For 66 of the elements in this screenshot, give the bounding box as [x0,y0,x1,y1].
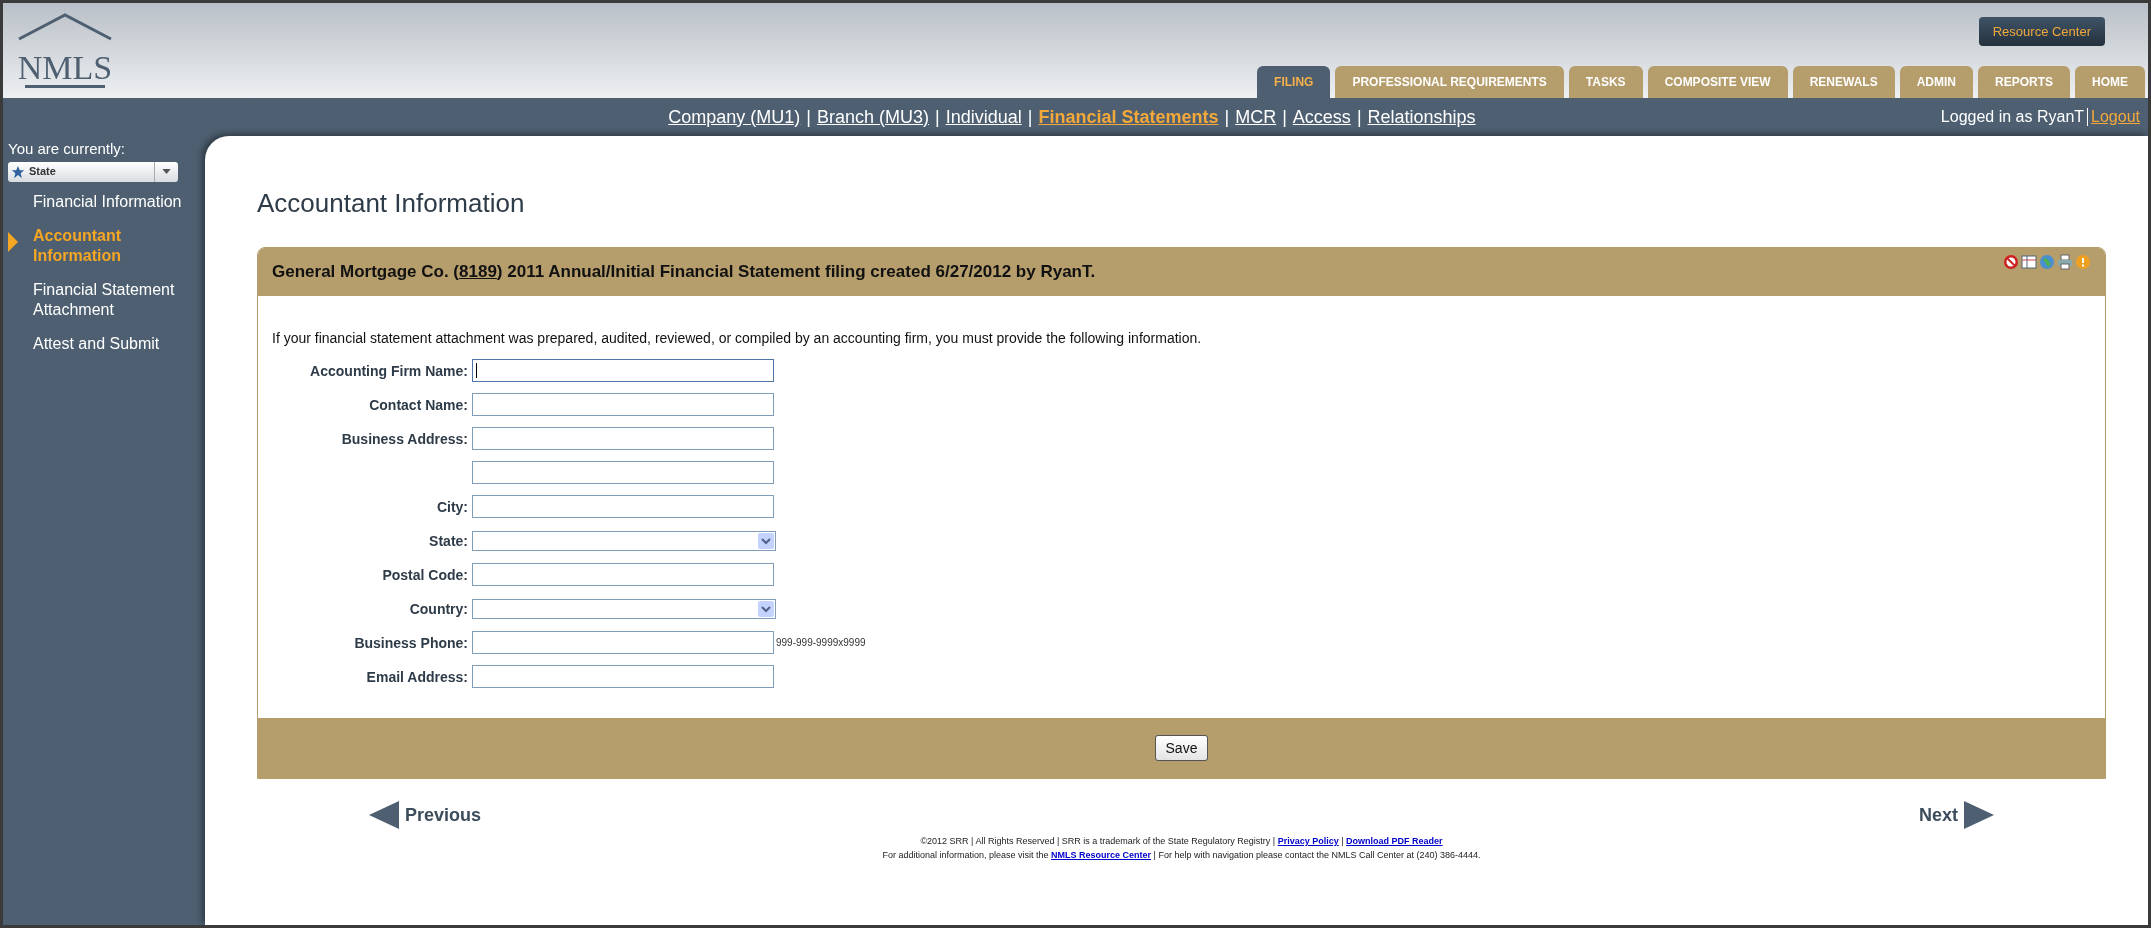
input-field[interactable] [472,427,774,450]
input-field[interactable] [472,495,774,518]
footer-text: For additional information, please visit the NMLS Resource Center | For help with navigation please contact the NMLS Call Center at (240) 386-4444. [882,848,1481,862]
logout-link[interactable]: Logout [2091,105,2140,129]
field-label: Email Address: [366,668,468,685]
grid-icon[interactable] [2021,254,2037,270]
separator: | [805,105,812,129]
separator: | [1026,105,1034,129]
subnav-link[interactable]: Financial Statements [1038,103,1219,131]
text-cursor [476,363,477,378]
sidebar-item[interactable]: Financial Statement Attachment [33,279,193,320]
field-label: Contact Name: [369,396,468,413]
field-label: Postal Code: [382,566,468,583]
nav-tab[interactable]: FILING [1257,66,1331,98]
panel-title: General Mortgage Co. (8189) 2011 Annual/Initial Financial Statement filing created 6/27/2012 by RyanT. [272,261,1097,284]
input-field[interactable] [472,461,774,484]
subnav-link[interactable]: MCR [1235,103,1277,131]
printer-icon[interactable] [2057,254,2073,270]
select-field[interactable] [472,530,776,551]
input-field[interactable] [472,665,774,688]
right-arrow-icon [1964,801,1994,829]
field-label: Accounting Firm Name: [310,362,468,379]
help-icon[interactable] [2075,254,2091,270]
subnav-link[interactable]: Relationships [1367,103,1476,131]
subnav-link[interactable]: Branch (MU3) [816,103,929,131]
caret-icon [162,169,171,174]
field-label: Country: [409,600,468,617]
format-hint: 999-999-9999x9999 [776,636,866,650]
field-label: State: [429,532,468,549]
separator: | [1355,105,1363,129]
block-icon[interactable] [2003,254,2019,270]
input-field[interactable] [472,393,774,416]
logo[interactable]: NMLS [15,10,115,91]
subnav-link[interactable]: Individual [945,103,1022,131]
instructions-text: If your financial statement attachment was prepared, audited, reviewed, or compiled by an accounting firm, you must provide the following information. [272,329,1203,348]
field-label: Business Address: [341,430,468,447]
previous-button[interactable]: Previous [369,801,482,829]
page-title: Accountant Information [257,187,526,220]
separator: | [933,105,941,129]
footer-link[interactable]: NMLS Resource Center [1051,849,1152,860]
resource-center-button[interactable]: Resource Center [1978,17,2105,46]
footer-link[interactable]: Privacy Policy [1277,836,1339,846]
footer-text: ©2012 SRR | All Rights Reserved | SRR is a trademark of the State Regulatory Registry | Privacy Policy | Download PDF Reader [920,835,1443,848]
save-button[interactable]: Save [1154,735,1209,761]
field-label: City: [436,498,468,515]
sidebar-item[interactable]: Financial Information [33,191,193,212]
left-arrow-icon [369,801,399,829]
separator: | [1281,105,1288,129]
logged-in-text: Logged in as RyanT [1940,107,2085,127]
separator: | [1223,105,1231,129]
subnav-link[interactable]: Company (MU1) [668,103,801,131]
footer-link[interactable]: Download PDF Reader [1346,836,1443,846]
context-select[interactable]: State [8,161,178,182]
context-label: You are currently: [8,139,126,159]
chevron-icon [758,532,774,549]
field-label: Business Phone: [354,634,468,651]
next-button[interactable]: Next [1919,801,1994,829]
subnav-link[interactable]: Access [1292,103,1351,131]
sidebar-item[interactable]: Attest and Submit [33,333,193,354]
select-field[interactable] [472,598,776,619]
filing-id-link[interactable]: 8189 [459,262,497,282]
star-icon [11,164,25,179]
input-field[interactable] [472,631,774,654]
input-field[interactable] [472,563,774,586]
input-field[interactable] [472,359,774,382]
chevron-icon [758,600,774,617]
